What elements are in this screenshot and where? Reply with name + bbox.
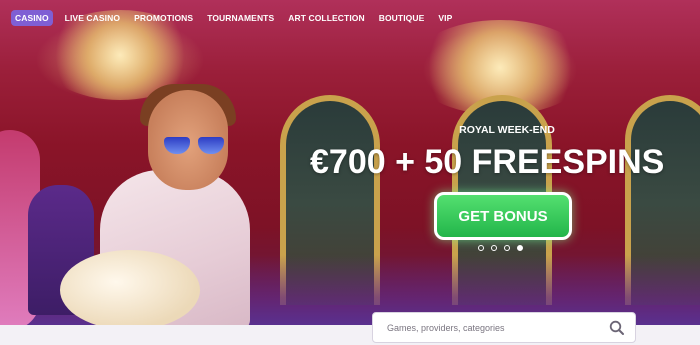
- promo-title: €700 + 50 FREESPINS: [310, 143, 665, 181]
- fur-coat-image: [60, 250, 200, 325]
- nav-item-casino[interactable]: CASINO: [11, 10, 53, 26]
- nav-item-art-collection[interactable]: ART COLLECTION: [288, 13, 364, 23]
- search-bar: [372, 312, 636, 343]
- search-icon[interactable]: [605, 316, 629, 340]
- nav-item-live-casino[interactable]: LIVE CASINO: [65, 13, 120, 23]
- carousel-dot-1[interactable]: [478, 245, 484, 251]
- get-bonus-button[interactable]: GET BONUS: [434, 192, 572, 240]
- main-nav: CASINO LIVE CASINO PROMOTIONS TOURNAMENT…: [0, 0, 700, 36]
- nav-item-tournaments[interactable]: TOURNAMENTS: [207, 13, 274, 23]
- sunglasses-image: [164, 137, 224, 155]
- search-input[interactable]: [387, 322, 605, 333]
- nav-item-vip[interactable]: VIP: [438, 13, 452, 23]
- carousel-dot-4[interactable]: [517, 245, 523, 251]
- carousel-dot-3[interactable]: [504, 245, 510, 251]
- nav-item-boutique[interactable]: BOUTIQUE: [379, 13, 425, 23]
- carousel-dot-2[interactable]: [491, 245, 497, 251]
- promo-subtitle: ROYAL WEEK-END: [459, 124, 555, 136]
- carousel-dots: [478, 245, 523, 251]
- nav-item-promotions[interactable]: PROMOTIONS: [134, 13, 193, 23]
